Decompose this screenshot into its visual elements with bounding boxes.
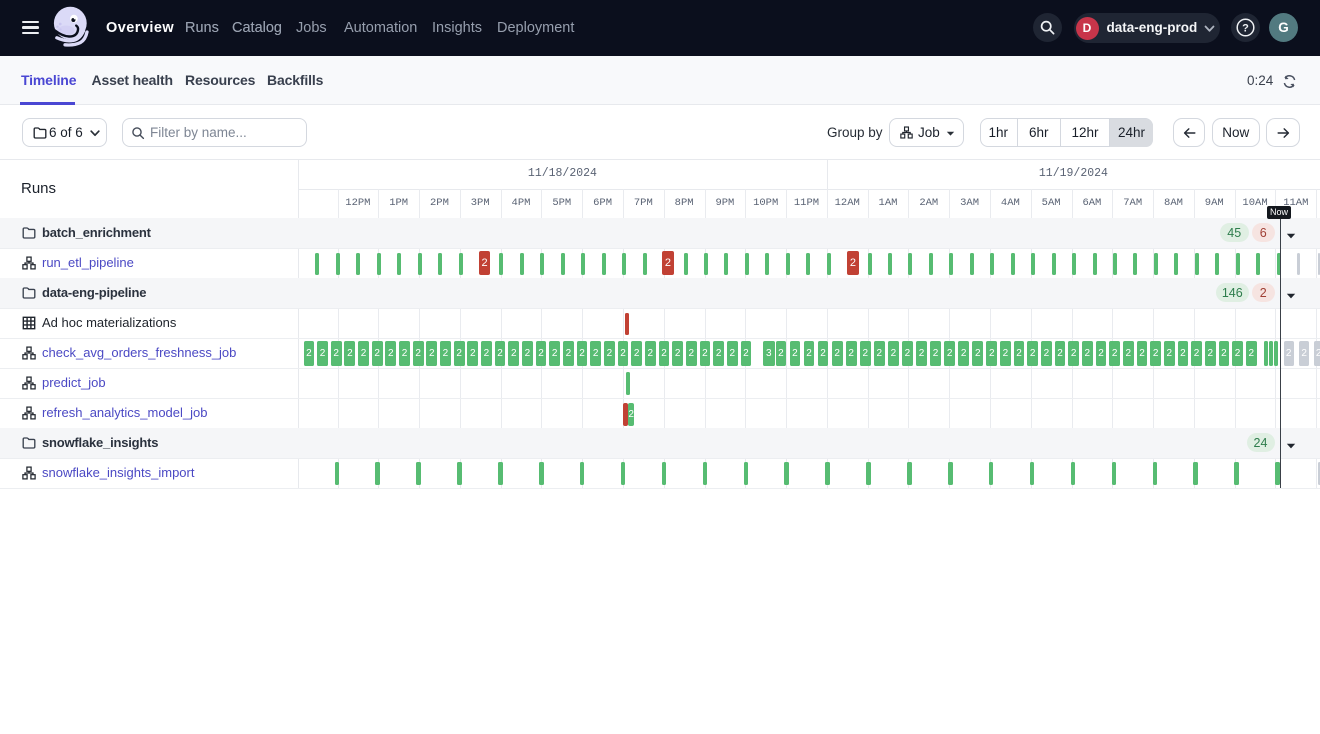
svg-text:?: ? bbox=[1242, 22, 1249, 34]
